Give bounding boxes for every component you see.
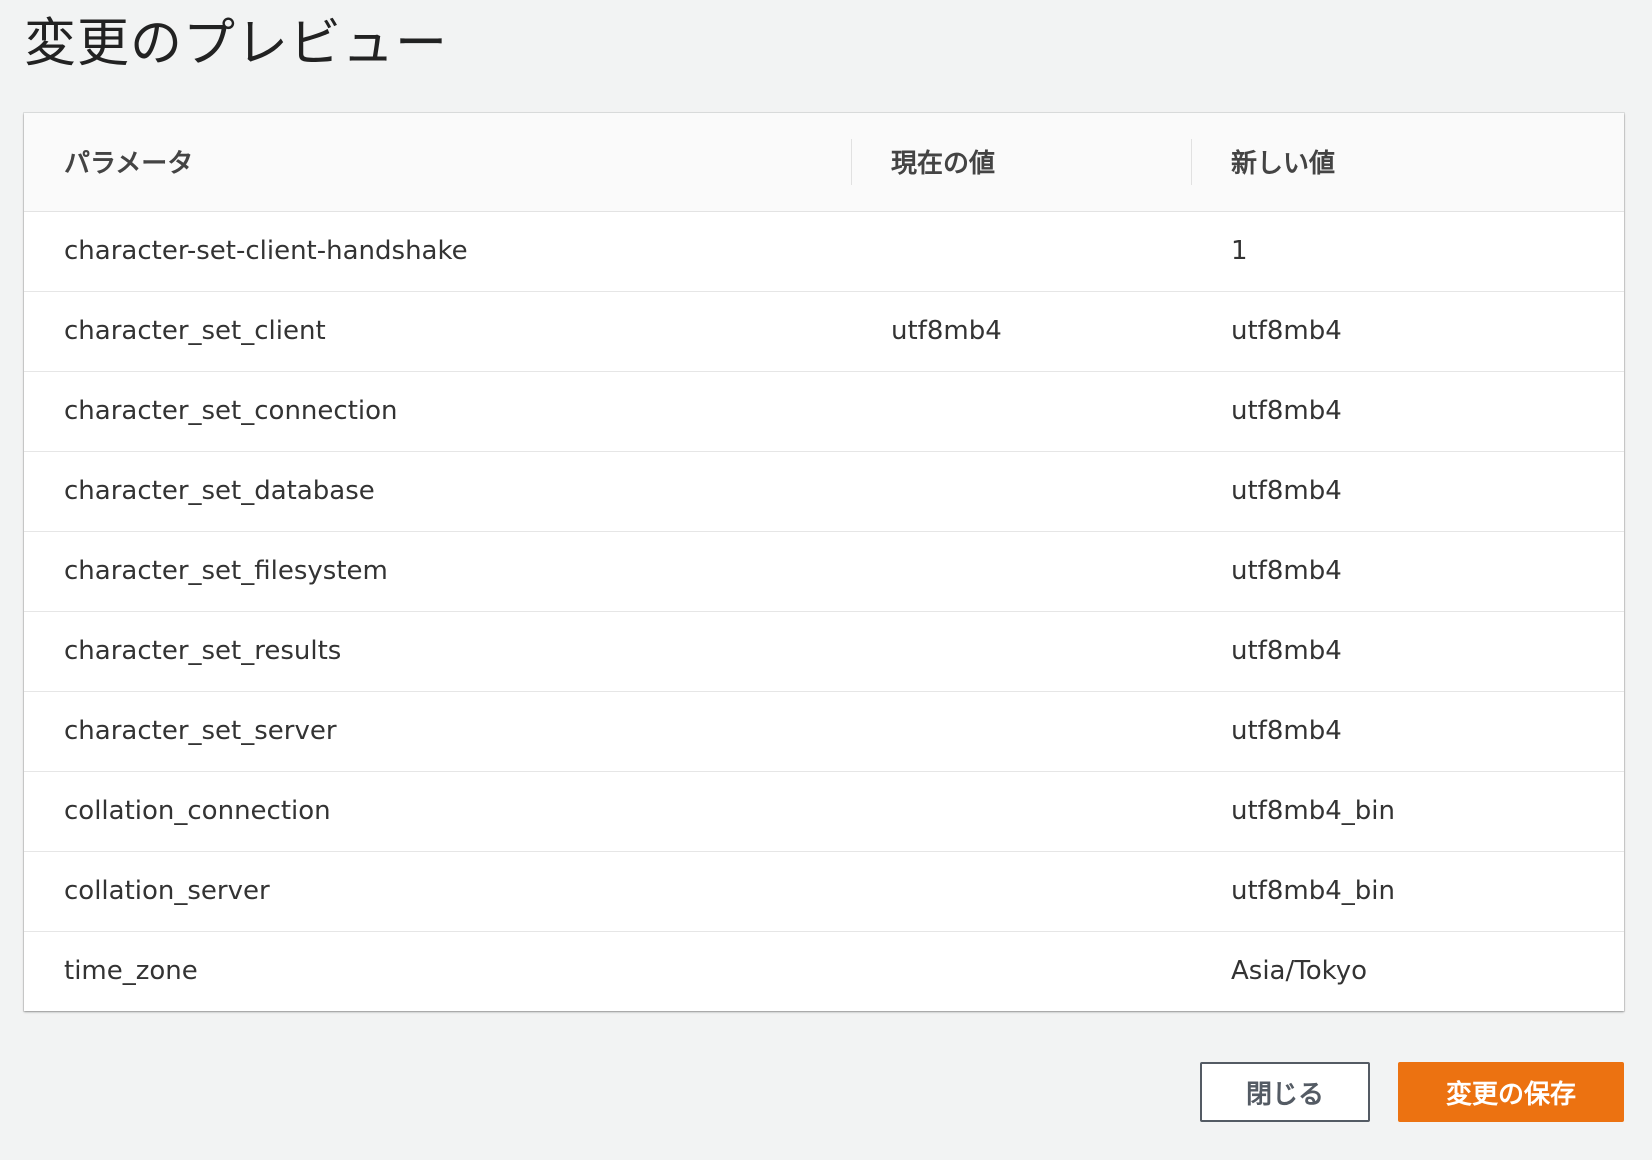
new-value: utf8mb4_bin <box>1191 771 1624 852</box>
new-value: utf8mb4 <box>1191 371 1624 452</box>
table-row: character_set_filesystem utf8mb4 <box>24 531 1624 612</box>
column-header-current-value: 現在の値 <box>851 113 1191 212</box>
table-row: character_set_client utf8mb4 utf8mb4 <box>24 291 1624 372</box>
current-value <box>851 931 1191 1011</box>
table-row: collation_connection utf8mb4_bin <box>24 771 1624 852</box>
parameter-name: character_set_results <box>24 611 851 692</box>
table-row: character_set_server utf8mb4 <box>24 691 1624 772</box>
parameter-name: time_zone <box>64 956 198 987</box>
close-button[interactable]: 閉じる <box>1200 1062 1370 1122</box>
parameter-name: character_set_client <box>24 291 851 372</box>
table-row: character-set-client-handshake 1 <box>24 211 1624 292</box>
current-value <box>851 611 1191 692</box>
new-value: utf8mb4 <box>1191 611 1624 692</box>
changes-table: パラメータ 現在の値 新しい値 character-set-client-han… <box>24 113 1624 1011</box>
new-value: utf8mb4 <box>1191 531 1624 612</box>
new-value: utf8mb4_bin <box>1191 851 1624 932</box>
current-value <box>851 211 1191 292</box>
new-value: utf8mb4 <box>1191 291 1624 372</box>
parameter-name: character-set-client-handshake <box>24 211 851 292</box>
new-value: utf8mb4 <box>1191 691 1624 772</box>
new-value: utf8mb4 <box>1191 451 1624 532</box>
parameter-name: collation_server <box>24 851 851 932</box>
parameter-name: character_set_filesystem <box>24 531 851 612</box>
parameter-name: character_set_server <box>24 691 851 772</box>
current-value <box>851 851 1191 932</box>
footer-actions: 閉じる 変更の保存 <box>1200 1062 1624 1122</box>
table-row: character_set_database utf8mb4 <box>24 451 1624 532</box>
parameter-name: character_set_database <box>24 451 851 532</box>
current-value <box>851 771 1191 852</box>
table-header-row: パラメータ 現在の値 新しい値 <box>24 113 1624 212</box>
page-title: 変更のプレビュー <box>24 14 449 74</box>
table-row: character_set_results utf8mb4 <box>24 611 1624 692</box>
current-value <box>851 691 1191 772</box>
parameter-name: character_set_connection <box>24 371 851 452</box>
new-value: Asia/Tokyo <box>1231 956 1368 987</box>
current-value <box>851 531 1191 612</box>
column-header-parameter: パラメータ <box>24 113 851 212</box>
table-row: collation_server utf8mb4_bin <box>24 851 1624 932</box>
column-header-new-value: 新しい値 <box>1191 113 1624 212</box>
table-row: character_set_connection utf8mb4 <box>24 371 1624 452</box>
current-value: utf8mb4 <box>851 291 1191 372</box>
save-changes-button[interactable]: 変更の保存 <box>1398 1062 1624 1122</box>
parameter-name: collation_connection <box>24 771 851 852</box>
current-value <box>851 451 1191 532</box>
current-value <box>851 371 1191 452</box>
new-value: 1 <box>1191 211 1624 292</box>
changes-table-panel: パラメータ 現在の値 新しい値 character-set-client-han… <box>24 113 1624 1011</box>
table-row: time_zone Asia/Tokyo <box>24 931 1624 1011</box>
